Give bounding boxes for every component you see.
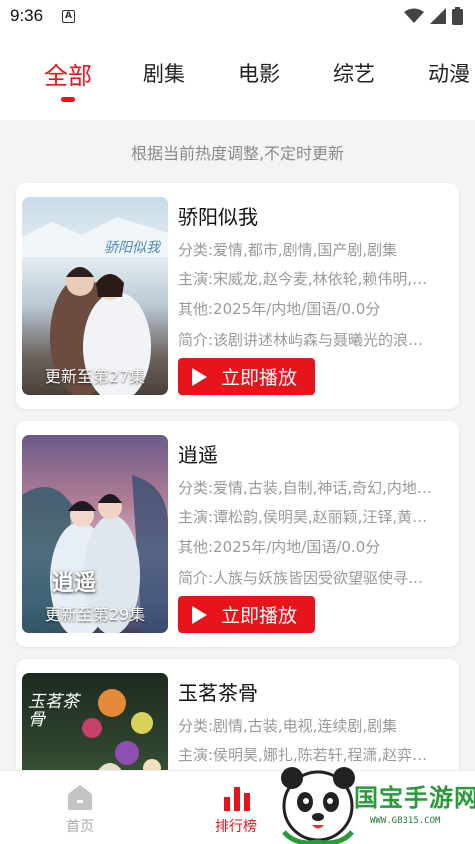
play-icon (192, 605, 207, 624)
play-icon (192, 367, 207, 386)
drama-title[interactable]: 逍遥 (178, 439, 218, 468)
drama-other: 其他:2025年/内地/国语/0.0分 (178, 538, 381, 556)
status-icons (404, 7, 463, 25)
drama-category: 分类:爱情,古装,自制,神话,奇幻,内地… (178, 479, 432, 497)
drama-category: 分类:爱情,都市,剧情,国产剧,剧集 (178, 241, 398, 259)
site-watermark: 国宝手游网 WWW.GB315.COM (270, 760, 475, 844)
drama-intro: 简介:该剧讲述林屿森与聂曦光的浪… (178, 331, 424, 349)
poster-title-art: 骄阳似我 (104, 240, 160, 256)
episode-label: 更新至第29集 (44, 605, 146, 624)
poster-title-art: 逍遥 (52, 570, 97, 596)
tab-anime[interactable]: 动漫 (428, 58, 470, 88)
episode-label: 更新至第27集 (44, 367, 146, 386)
watermark-text: 国宝手游网 (354, 784, 475, 812)
tab-series[interactable]: 剧集 (143, 58, 185, 88)
play-now-button[interactable]: 立即播放 (178, 596, 315, 633)
play-button-label: 立即播放 (221, 605, 298, 627)
watermark-url: WWW.GB315.COM (370, 816, 441, 826)
nav-home[interactable]: 首页 (20, 771, 140, 844)
drama-other: 其他:2025年/内地/国语/0.0分 (178, 300, 381, 318)
drama-card[interactable]: 骄阳似我 更新至第27集 骄阳似我 分类:爱情,都市,剧情,国产剧,剧集 主演:… (16, 183, 459, 409)
drama-card[interactable]: 逍遥 更新至第29集 逍遥 分类:爱情,古装,自制,神话,奇幻,内地… 主演:谭… (16, 421, 459, 647)
battery-icon (452, 7, 463, 25)
status-time: 9:36 (10, 6, 44, 25)
category-tabbar: 全部 剧集 电影 综艺 动漫 (0, 34, 475, 120)
tab-all[interactable]: 全部 (44, 56, 92, 91)
ranking-icon (224, 787, 250, 811)
tab-active-indicator (61, 97, 75, 102)
poster-title-art: 玉茗茶骨 (28, 692, 79, 730)
poster-image[interactable]: 逍遥 更新至第29集 (22, 435, 168, 633)
notification-icon: A (62, 10, 75, 23)
poster-image[interactable]: 骄阳似我 更新至第27集 (22, 197, 168, 395)
drama-cast: 主演:宋威龙,赵今麦,林依轮,赖伟明,… (178, 270, 428, 288)
play-now-button[interactable]: 立即播放 (178, 358, 315, 395)
nav-home-label: 首页 (66, 819, 94, 835)
home-icon (68, 785, 92, 810)
panda-logo-icon (281, 767, 355, 844)
play-button-label: 立即播放 (221, 367, 298, 389)
tab-variety[interactable]: 综艺 (333, 58, 375, 88)
drama-category: 分类:剧情,古装,电视,连续剧,剧集 (178, 717, 398, 735)
drama-title[interactable]: 骄阳似我 (178, 201, 258, 230)
drama-title[interactable]: 玉茗茶骨 (178, 677, 258, 706)
drama-cast: 主演:谭松韵,侯明昊,赵丽颖,汪铎,黄… (178, 508, 428, 526)
signal-icon (430, 8, 446, 24)
ranking-notice: 根据当前热度调整,不定时更新 (130, 144, 345, 163)
tab-movies[interactable]: 电影 (238, 58, 280, 88)
wifi-icon (404, 8, 424, 23)
status-bar: 9:36 A (0, 0, 475, 34)
drama-intro: 简介:人族与妖族皆因受欲望驱使寻… (178, 569, 424, 587)
